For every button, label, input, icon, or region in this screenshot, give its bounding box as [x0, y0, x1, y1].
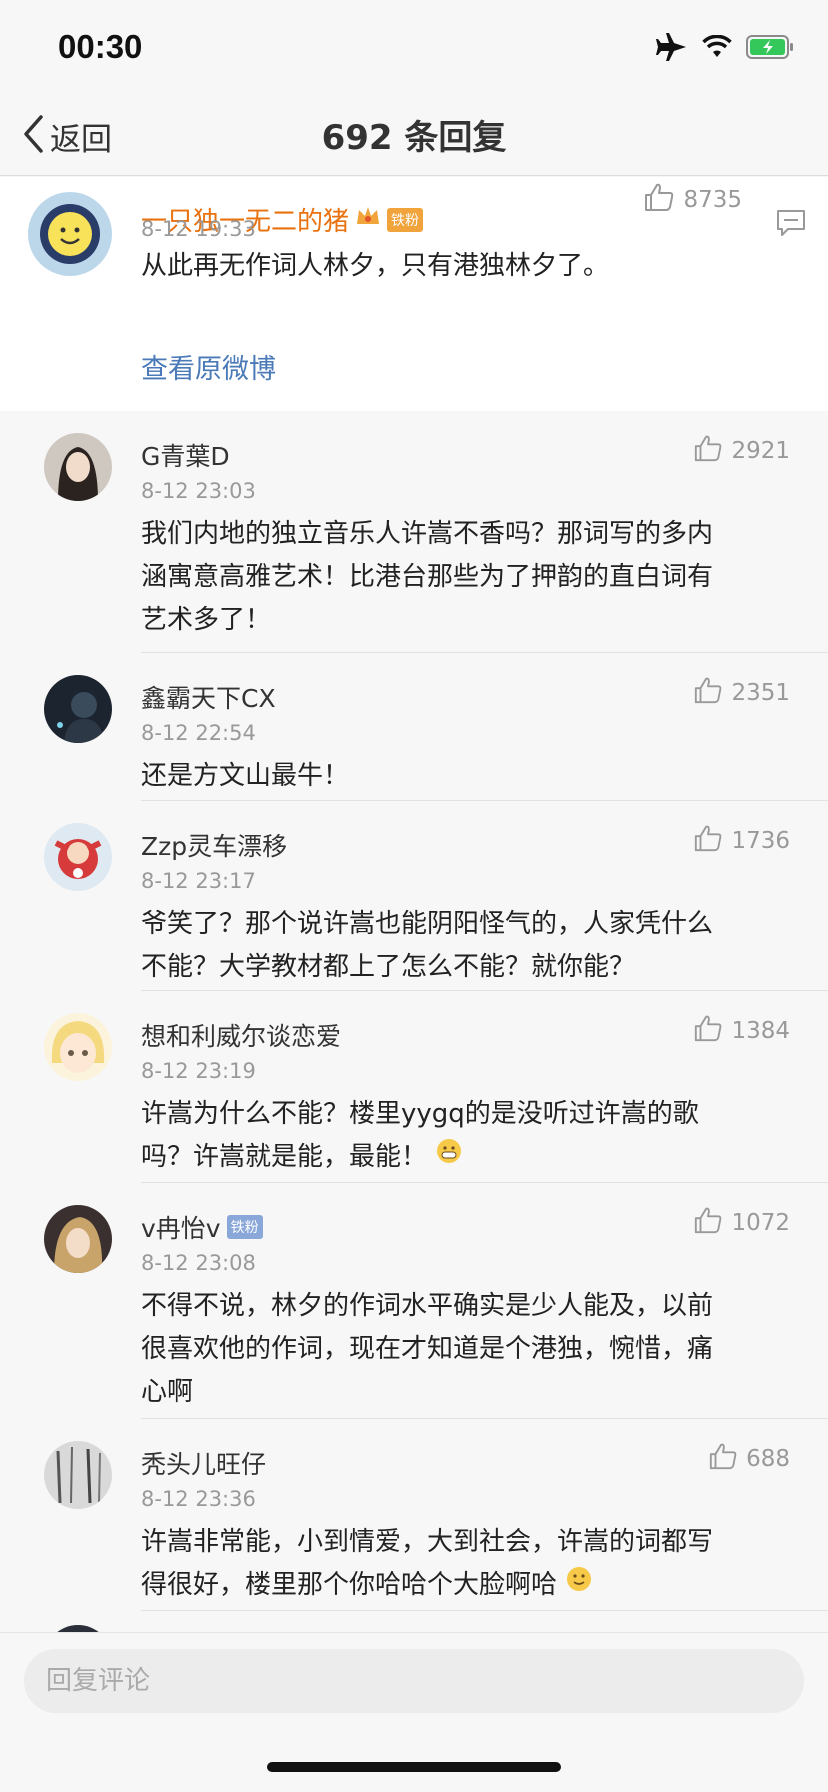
like-button[interactable]: 1072 — [693, 1205, 790, 1241]
username[interactable]: G青葉D — [141, 437, 230, 473]
like-button[interactable]: 2921 — [693, 433, 790, 469]
text-line: 艺术多了！ — [141, 605, 272, 635]
username[interactable]: 鑫霸天下CX — [141, 679, 276, 715]
thumbs-up-icon — [708, 1441, 738, 1477]
comment-time: 8-12 23:17 — [141, 869, 256, 893]
comment-text: 许嵩为什么不能？楼里yygq的是没听过许嵩的歌 吗？许嵩就是能，最能！ — [141, 1093, 791, 1179]
text-line: 许嵩为什么不能？楼里yygq的是没听过许嵩的歌 — [141, 1099, 699, 1129]
text-line: 不能？大学教材都上了怎么不能？就你能？ — [141, 952, 636, 982]
avatar[interactable] — [44, 1205, 112, 1273]
grin-emoji-icon — [435, 1136, 463, 1179]
like-count: 1384 — [731, 1018, 790, 1044]
comment-text: 不得不说，林夕的作词水平确实是少人能及，以前 很喜欢他的作词，现在才知道是个港独… — [141, 1285, 791, 1414]
list-item: 鑫霸天下CX 8-12 22:54 2351 还是方文山最牛！ — [0, 653, 828, 801]
text-line: 许嵩非常能，小到情爱，大到社会，许嵩的词都写 — [141, 1527, 714, 1557]
username[interactable]: 秃头儿旺仔 — [141, 1445, 266, 1481]
nav-bar: 返回 692 条回复 — [0, 98, 828, 176]
username-text: 秃头儿旺仔 — [141, 1450, 267, 1479]
airplane-icon — [656, 32, 688, 66]
original-comment: 一只独一无二的猪 铁粉 8-12 19:33 8735 从此再无作词人林夕，只有… — [0, 177, 828, 411]
status-icons — [656, 32, 794, 66]
list-item: 秃头儿旺仔 8-12 23:36 688 许嵩非常能，小到情爱，大到社会，许嵩的… — [0, 1419, 828, 1611]
username-text: 鑫霸天下CX — [141, 684, 276, 713]
like-count: 1736 — [731, 828, 790, 854]
text-line: 爷笑了？那个说许嵩也能阴阳怪气的，人家凭什么 — [141, 909, 714, 939]
thumbs-up-icon — [693, 1205, 723, 1241]
list-item: 想和利威尔谈恋爱 8-12 23:19 1384 许嵩为什么不能？楼里yygq的… — [0, 991, 828, 1183]
divider — [141, 1610, 828, 1611]
avatar[interactable] — [44, 823, 112, 891]
thumbs-up-icon — [693, 823, 723, 859]
like-button[interactable]: 8735 — [643, 181, 742, 219]
comment-time: 8-12 23:36 — [141, 1487, 256, 1511]
text-line: 我们内地的独立音乐人许嵩不香吗？那词写的多内 — [141, 519, 714, 549]
comment-text: 许嵩非常能，小到情爱，大到社会，许嵩的词都写 得很好，楼里那个你哈哈个大脸啊哈 — [141, 1521, 791, 1607]
page-title: 692 条回复 — [321, 118, 507, 158]
text-line: 涵寓意高雅艺术！比港台那些为了押韵的直白词有 — [141, 562, 714, 592]
comment-text: 还是方文山最牛！ — [141, 755, 791, 798]
like-button[interactable]: 1736 — [693, 823, 790, 859]
thumbs-up-icon — [693, 1013, 723, 1049]
text-line: 很喜欢他的作词，现在才知道是个港独，惋惜，痛 — [141, 1334, 714, 1364]
avatar[interactable] — [44, 433, 112, 501]
like-button[interactable]: 1384 — [693, 1013, 790, 1049]
thumbs-up-icon — [693, 675, 723, 711]
like-count: 2351 — [731, 680, 790, 706]
like-count: 8735 — [683, 187, 742, 213]
reply-input[interactable] — [24, 1649, 804, 1713]
avatar[interactable] — [44, 1013, 112, 1081]
comment-text: 爷笑了？那个说许嵩也能阴阳怪气的，人家凭什么 不能？大学教材都上了怎么不能？就你… — [141, 903, 791, 989]
like-button[interactable]: 2351 — [693, 675, 790, 711]
wifi-icon — [702, 34, 732, 63]
thumbs-up-icon — [643, 181, 675, 219]
text-line: 得很好，楼里那个你哈哈个大脸啊哈 — [141, 1564, 791, 1607]
thumbs-up-icon — [693, 433, 723, 469]
avatar[interactable] — [28, 192, 112, 276]
avatar[interactable] — [44, 675, 112, 743]
username-text: v冉怡v — [141, 1214, 221, 1243]
text-line: 还是方文山最牛！ — [141, 761, 350, 791]
fan-badge: 铁粉 — [226, 1215, 263, 1239]
home-indicator — [267, 1762, 561, 1772]
comment-time: 8-12 22:54 — [141, 721, 256, 745]
text-line: 吗？许嵩就是能，最能！ — [141, 1136, 791, 1179]
username[interactable]: Zzp灵车漂移 — [141, 827, 287, 863]
like-button[interactable]: 688 — [708, 1441, 790, 1477]
comment-time: 8-12 19:33 — [141, 217, 256, 241]
comment-time: 8-12 23:03 — [141, 479, 256, 503]
text-line: 心啊 — [141, 1377, 194, 1407]
status-bar: 00:30 — [0, 0, 828, 98]
like-count: 1072 — [731, 1210, 790, 1236]
view-original-link[interactable]: 查看原微博 — [141, 347, 276, 386]
username-text: 想和利威尔谈恋爱 — [141, 1022, 342, 1051]
list-item: Zzp灵车漂移 8-12 23:17 1736 爷笑了？那个说许嵩也能阴阳怪气的… — [0, 801, 828, 991]
avatar[interactable] — [44, 1441, 112, 1509]
like-count: 2921 — [731, 438, 790, 464]
text-line: 不得不说，林夕的作词水平确实是少人能及，以前 — [141, 1291, 714, 1321]
username-text: Zzp灵车漂移 — [141, 832, 288, 861]
crown-icon — [355, 204, 381, 235]
username[interactable]: v冉怡v 铁粉 — [141, 1209, 263, 1245]
comment-text: 从此再无作词人林夕，只有港独林夕了。 — [141, 251, 610, 281]
status-time: 00:30 — [58, 28, 143, 65]
battery-icon — [746, 35, 794, 63]
comment-icon[interactable] — [776, 209, 806, 241]
smile-emoji-icon — [565, 1564, 593, 1607]
like-count: 688 — [746, 1446, 790, 1472]
comment-time: 8-12 23:08 — [141, 1251, 256, 1275]
list-item: v冉怡v 铁粉 8-12 23:08 1072 不得不说，林夕的作词水平确实是少… — [0, 1183, 828, 1419]
fan-badge: 铁粉 — [387, 207, 424, 232]
username-text: G青葉D — [141, 442, 230, 471]
list-item: G青葉D 8-12 23:03 2921 我们内地的独立音乐人许嵩不香吗？那词写… — [0, 411, 828, 653]
username[interactable]: 想和利威尔谈恋爱 — [141, 1017, 341, 1053]
comment-text: 我们内地的独立音乐人许嵩不香吗？那词写的多内 涵寓意高雅艺术！比港台那些为了押韵… — [141, 513, 791, 642]
comment-time: 8-12 23:19 — [141, 1059, 256, 1083]
